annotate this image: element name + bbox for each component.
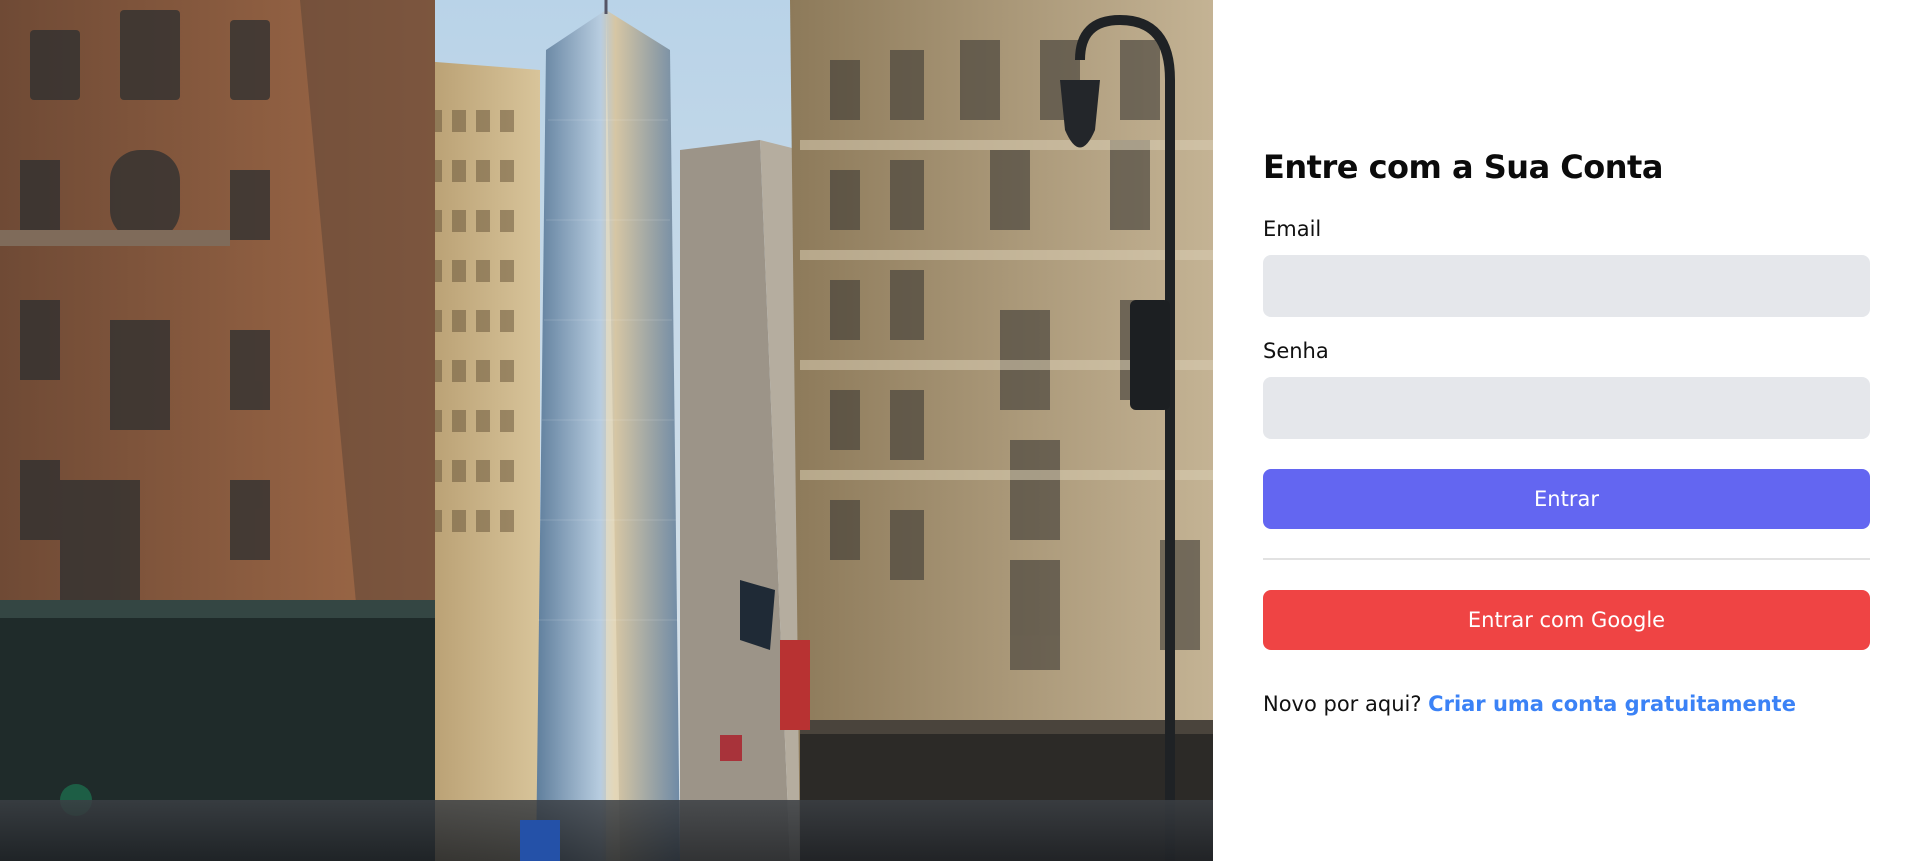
create-account-link[interactable]: Criar uma conta gratuitamente [1428, 692, 1796, 716]
login-panel: Entre com a Sua Conta Email Senha Entrar… [1213, 0, 1912, 861]
signup-prompt-text: Novo por aqui? [1263, 692, 1422, 716]
password-field[interactable] [1263, 377, 1870, 439]
sign-in-button[interactable]: Entrar [1263, 469, 1870, 529]
divider [1263, 558, 1870, 560]
password-label: Senha [1263, 339, 1329, 363]
email-label: Email [1263, 217, 1322, 241]
email-field[interactable] [1263, 255, 1870, 317]
signup-prompt: Novo por aqui? Criar uma conta gratuitam… [1263, 692, 1796, 716]
page-title: Entre com a Sua Conta [1263, 148, 1663, 186]
city-street-illustration [0, 0, 1213, 861]
google-sign-in-button[interactable]: Entrar com Google [1263, 590, 1870, 650]
hero-city-image [0, 0, 1213, 861]
